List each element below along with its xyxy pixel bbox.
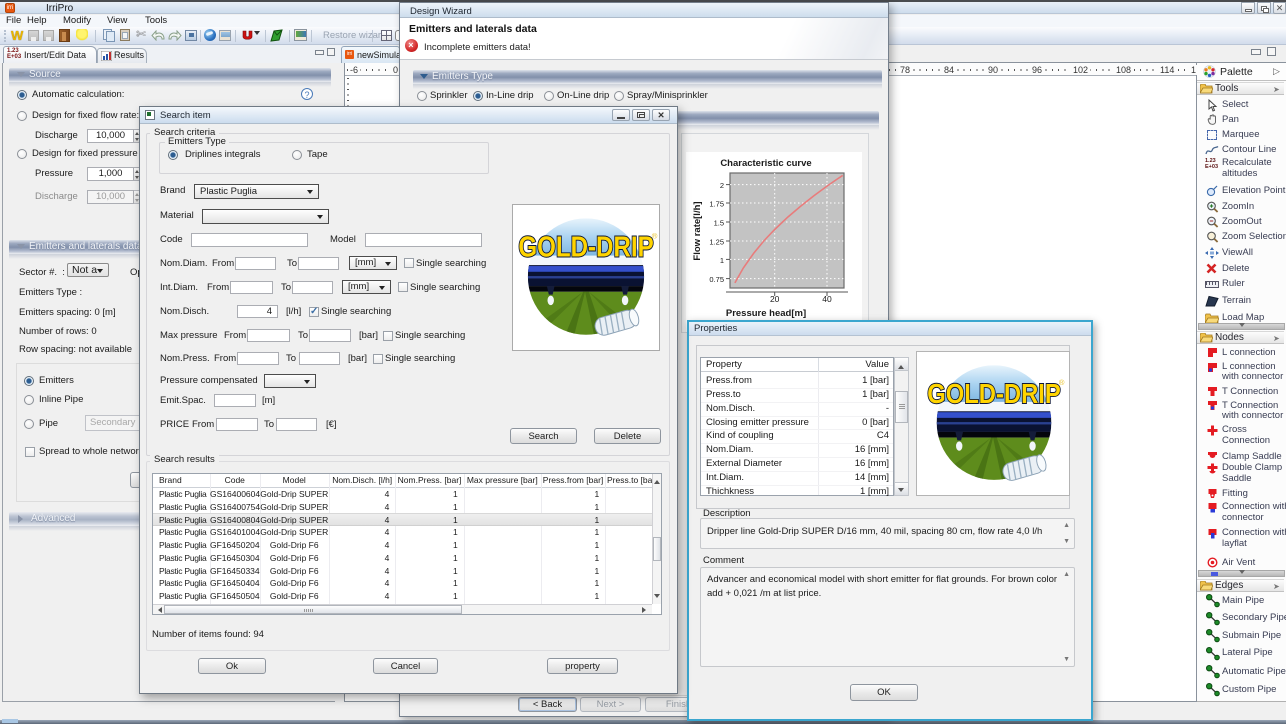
- svg-text:1: 1: [720, 256, 724, 265]
- svg-text:Pressure head[m]: Pressure head[m]: [726, 308, 806, 319]
- svg-text:1.5: 1.5: [714, 219, 724, 228]
- svg-text:Flow rate[l/h]: Flow rate[l/h]: [692, 201, 703, 260]
- svg-text:40: 40: [822, 294, 832, 304]
- svg-text:2: 2: [720, 181, 724, 190]
- svg-text:Characteristic curve: Characteristic curve: [720, 158, 811, 169]
- svg-text:20: 20: [770, 294, 780, 304]
- svg-text:1.25: 1.25: [709, 238, 724, 247]
- svg-text:0.75: 0.75: [709, 275, 724, 284]
- svg-text:1.75: 1.75: [709, 200, 724, 209]
